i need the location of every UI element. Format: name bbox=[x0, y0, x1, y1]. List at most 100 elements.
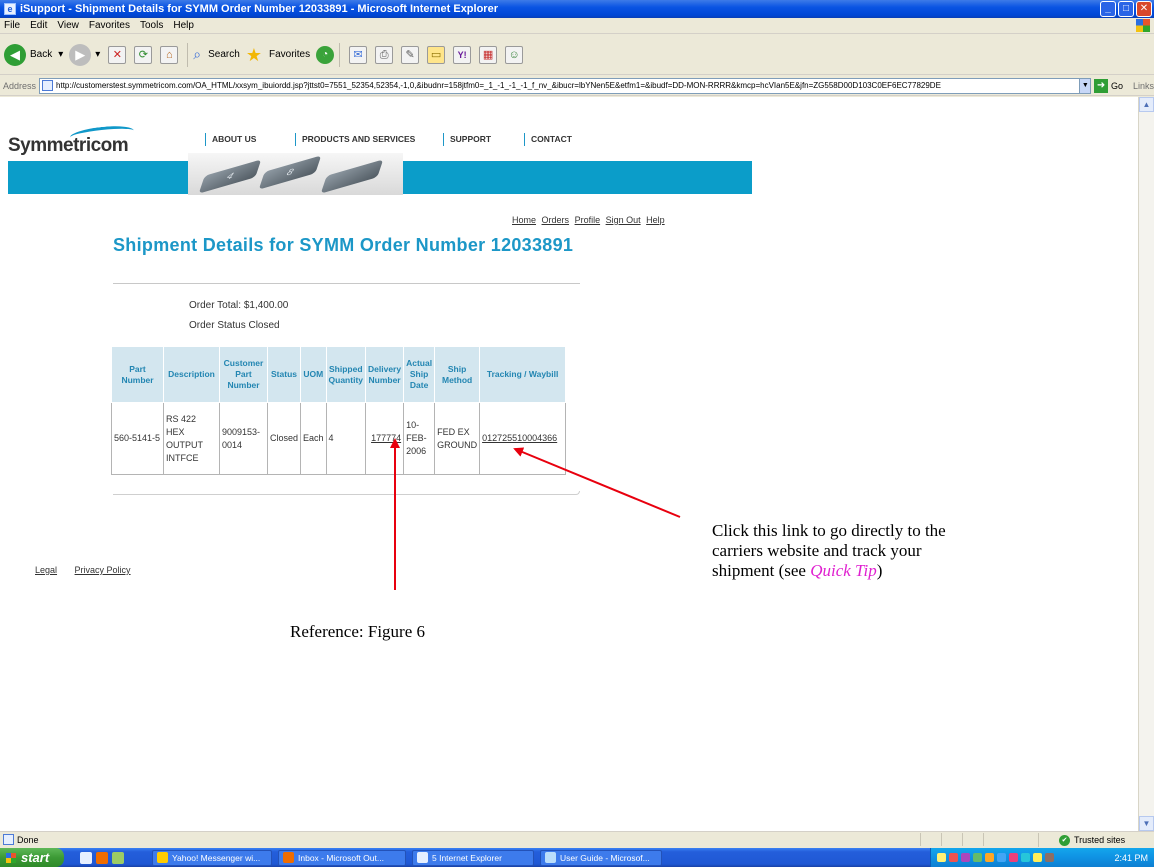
refresh-icon[interactable]: ⟳ bbox=[134, 45, 153, 64]
minimize-button[interactable]: _ bbox=[1100, 1, 1116, 17]
address-bar: Address http://customerstest.symmetricom… bbox=[0, 76, 1154, 96]
research-icon[interactable]: ▦ bbox=[479, 45, 498, 64]
menu-edit[interactable]: Edit bbox=[30, 20, 47, 31]
task-word[interactable]: User Guide - Microsof... bbox=[540, 849, 662, 866]
notes-icon[interactable]: ▭ bbox=[427, 45, 446, 64]
address-label: Address bbox=[3, 80, 37, 91]
back-button[interactable]: Back bbox=[30, 49, 52, 60]
history-icon[interactable]: ◔ bbox=[316, 45, 335, 64]
messenger-icon[interactable]: ☺ bbox=[505, 45, 524, 64]
task-yahoo-messenger[interactable]: Yahoo! Messenger wi... bbox=[152, 849, 272, 866]
task-internet-explorer[interactable]: 5 Internet Explorer bbox=[412, 849, 534, 866]
toolbar-separator bbox=[339, 42, 341, 67]
cell-uom: Each bbox=[300, 402, 327, 475]
tray-icon[interactable] bbox=[1045, 853, 1054, 862]
links-button[interactable]: Links bbox=[1133, 81, 1154, 91]
tray-icon[interactable] bbox=[1009, 853, 1018, 862]
forward-arrow-icon[interactable]: ▶ bbox=[69, 43, 92, 66]
tray-icon[interactable] bbox=[973, 853, 982, 862]
site-nav: ABOUT US PRODUCTS AND SERVICES SUPPORT C… bbox=[205, 133, 584, 146]
yahoo-icon[interactable]: Y! bbox=[453, 45, 472, 64]
menu-view[interactable]: View bbox=[57, 20, 79, 31]
link-legal[interactable]: Legal bbox=[35, 565, 57, 575]
mail-icon[interactable]: ✉ bbox=[349, 45, 368, 64]
back-dropdown-icon[interactable]: ▾ bbox=[58, 49, 63, 60]
outlook-quicklaunch-icon[interactable] bbox=[96, 851, 108, 864]
tracking-callout: Click this link to go directly to the ca… bbox=[712, 521, 957, 581]
print-icon[interactable]: ⎙ bbox=[375, 45, 394, 64]
header-band-left bbox=[8, 161, 188, 194]
ie-quicklaunch-icon[interactable] bbox=[80, 851, 92, 864]
reference-caption: Reference: Figure 6 bbox=[290, 622, 425, 641]
link-profile[interactable]: Profile bbox=[575, 215, 601, 225]
callout-close: ) bbox=[876, 561, 883, 580]
table-divider bbox=[113, 491, 580, 495]
address-input[interactable]: http://customerstest.symmetricom.com/OA_… bbox=[39, 77, 1092, 94]
search-button[interactable]: Search bbox=[208, 49, 240, 60]
nav-about-us[interactable]: ABOUT US bbox=[205, 133, 295, 146]
home-icon[interactable]: ⌂ bbox=[160, 45, 179, 64]
windows-flag-icon bbox=[6, 852, 16, 863]
nav-contact[interactable]: CONTACT bbox=[524, 133, 584, 146]
status-text: Done bbox=[17, 834, 39, 845]
menu-help[interactable]: Help bbox=[173, 20, 194, 31]
col-description: Description bbox=[163, 346, 220, 403]
favorites-button[interactable]: Favorites bbox=[269, 49, 310, 60]
delivery-number-link[interactable]: 177774 bbox=[371, 433, 401, 443]
symmetricom-logo[interactable]: Symmetricom bbox=[8, 135, 129, 157]
menu-bar: File Edit View Favorites Tools Help bbox=[0, 18, 1154, 34]
tray-icon[interactable] bbox=[961, 853, 970, 862]
link-help[interactable]: Help bbox=[646, 215, 665, 225]
scroll-down-icon[interactable]: ▼ bbox=[1139, 816, 1154, 831]
order-status-label: Order Status bbox=[189, 320, 246, 331]
favorites-star-icon[interactable]: ★ bbox=[246, 46, 262, 64]
order-status: Order Status Closed bbox=[189, 320, 280, 331]
tray-icon[interactable] bbox=[985, 853, 994, 862]
start-button[interactable]: start bbox=[0, 848, 64, 867]
menu-tools[interactable]: Tools bbox=[140, 20, 163, 31]
back-arrow-icon[interactable]: ◀ bbox=[4, 43, 26, 66]
nav-support[interactable]: SUPPORT bbox=[443, 133, 524, 146]
link-orders[interactable]: Orders bbox=[542, 215, 570, 225]
forward-dropdown-icon[interactable]: ▾ bbox=[95, 49, 100, 60]
window-titlebar[interactable]: e iSupport - Shipment Details for SYMM O… bbox=[0, 0, 1154, 18]
edit-icon[interactable]: ✎ bbox=[401, 45, 420, 64]
browser-viewport: Symmetricom ABOUT US PRODUCTS AND SERVIC… bbox=[0, 97, 1138, 831]
col-actual-ship-date: Actual Ship Date bbox=[403, 346, 436, 403]
tray-icon[interactable] bbox=[997, 853, 1006, 862]
col-uom: UOM bbox=[300, 346, 327, 403]
task-inbox[interactable]: Inbox - Microsoft Out... bbox=[278, 849, 406, 866]
address-dropdown-icon[interactable]: ▼ bbox=[1079, 78, 1091, 93]
vertical-scrollbar[interactable]: ▲ ▼ bbox=[1138, 97, 1154, 831]
link-sign-out[interactable]: Sign Out bbox=[606, 215, 641, 225]
windows-logo-icon bbox=[1136, 19, 1150, 32]
desktop-quicklaunch-icon[interactable] bbox=[112, 851, 124, 864]
close-button[interactable]: ✕ bbox=[1136, 1, 1152, 17]
ie-page-icon: e bbox=[4, 3, 16, 15]
link-privacy-policy[interactable]: Privacy Policy bbox=[75, 565, 131, 575]
address-url: http://customerstest.symmetricom.com/OA_… bbox=[56, 81, 941, 90]
col-tracking: Tracking / Waybill bbox=[479, 346, 567, 403]
page-icon bbox=[42, 80, 54, 91]
scroll-up-icon[interactable]: ▲ bbox=[1139, 97, 1154, 112]
tray-icon[interactable] bbox=[1033, 853, 1042, 862]
link-home[interactable]: Home bbox=[512, 215, 536, 225]
security-zone[interactable]: ✔ Trusted sites bbox=[1038, 833, 1148, 847]
menu-favorites[interactable]: Favorites bbox=[89, 20, 130, 31]
status-bar: Done ✔ Trusted sites bbox=[0, 831, 1154, 847]
tray-icon[interactable] bbox=[937, 853, 946, 862]
page-title: Shipment Details for SYMM Order Number 1… bbox=[113, 235, 574, 255]
stop-icon[interactable]: ✕ bbox=[108, 45, 127, 64]
clock: 2:41 PM bbox=[1114, 852, 1148, 863]
go-arrow-icon[interactable]: ➜ bbox=[1094, 78, 1108, 93]
tray-icon[interactable] bbox=[949, 853, 958, 862]
menu-file[interactable]: File bbox=[4, 20, 20, 31]
search-icon[interactable]: ⌕ bbox=[193, 46, 201, 63]
maximize-button[interactable]: □ bbox=[1118, 1, 1134, 17]
go-button[interactable]: Go bbox=[1111, 81, 1123, 91]
nav-products-services[interactable]: PRODUCTS AND SERVICES bbox=[295, 133, 443, 146]
col-customer-part-number: Customer Part Number bbox=[219, 346, 268, 403]
tray-icon[interactable] bbox=[1021, 853, 1030, 862]
tracking-link[interactable]: 012725510004366 bbox=[482, 433, 557, 443]
start-label: start bbox=[21, 850, 50, 865]
